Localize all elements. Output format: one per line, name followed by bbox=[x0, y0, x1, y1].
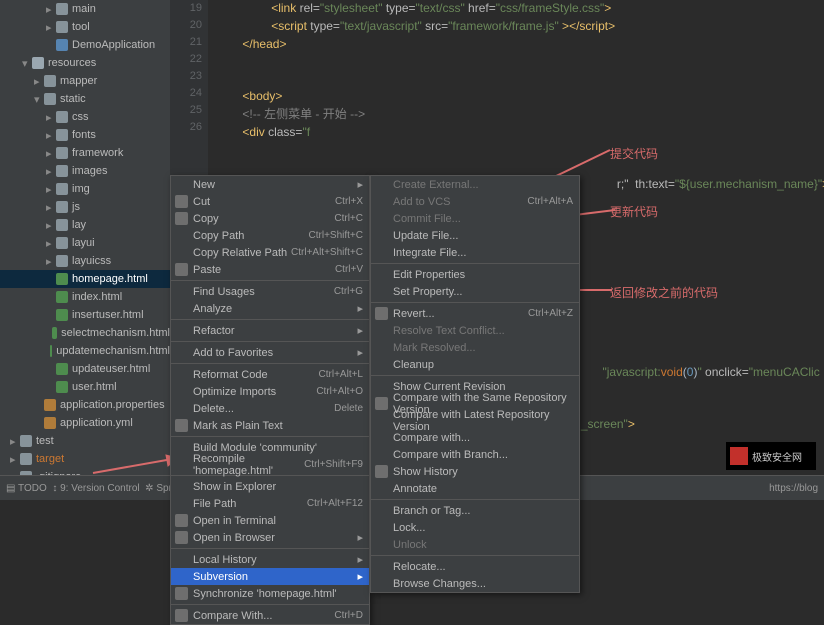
menu-item-delete-[interactable]: Delete...Delete bbox=[171, 400, 369, 417]
tree-item-layui[interactable]: ▸layui bbox=[0, 234, 170, 252]
menu-item-show-in-explorer[interactable]: Show in Explorer bbox=[171, 478, 369, 495]
menu-item-create-external-: Create External... bbox=[371, 176, 579, 193]
menu-item-revert-[interactable]: Revert...Ctrl+Alt+Z bbox=[371, 305, 579, 322]
menu-item-update-file-[interactable]: Update File... bbox=[371, 227, 579, 244]
menu-item-compare-with-latest-repository-version[interactable]: Compare with Latest Repository Version bbox=[371, 412, 579, 429]
copy-icon bbox=[175, 212, 188, 225]
watermark-logo: 极致安全网 bbox=[726, 442, 816, 470]
tree-item-fonts[interactable]: ▸fonts bbox=[0, 126, 170, 144]
menu-item-reformat-code[interactable]: Reformat CodeCtrl+Alt+L bbox=[171, 366, 369, 383]
menu-item-optimize-imports[interactable]: Optimize ImportsCtrl+Alt+O bbox=[171, 383, 369, 400]
menu-item-compare-with-[interactable]: Compare With...Ctrl+D bbox=[171, 607, 369, 624]
tree-item-application-yml[interactable]: application.yml bbox=[0, 414, 170, 432]
tree-item-test[interactable]: ▸test bbox=[0, 432, 170, 450]
menu-item-compare-with-branch-[interactable]: Compare with Branch... bbox=[371, 446, 579, 463]
menu-item-compare-with-[interactable]: Compare with... bbox=[371, 429, 579, 446]
tree-item-images[interactable]: ▸images bbox=[0, 162, 170, 180]
menu-item-refactor[interactable]: Refactor▸ bbox=[171, 322, 369, 339]
menu-item-add-to-favorites[interactable]: Add to Favorites▸ bbox=[171, 344, 369, 361]
diff-icon bbox=[175, 609, 188, 622]
menu-item-new[interactable]: New▸ bbox=[171, 176, 369, 193]
menu-item-copy-relative-path[interactable]: Copy Relative PathCtrl+Alt+Shift+C bbox=[171, 244, 369, 261]
menu-item-open-in-terminal[interactable]: Open in Terminal bbox=[171, 512, 369, 529]
menu-item-synchronize-homepage-html-[interactable]: Synchronize 'homepage.html' bbox=[171, 585, 369, 602]
tree-item-selectmechanism-html[interactable]: selectmechanism.html bbox=[0, 324, 170, 342]
tree-item-updatemechanism-html[interactable]: updatemechanism.html bbox=[0, 342, 170, 360]
status-right: https://blog bbox=[769, 483, 818, 494]
history-icon bbox=[375, 465, 388, 478]
menu-item-recompile-homepage-html-[interactable]: Recompile 'homepage.html'Ctrl+Shift+F9 bbox=[171, 456, 369, 473]
annotation-commit: 提交代码 bbox=[610, 145, 658, 162]
editor-gutter: 1920212223242526 bbox=[170, 0, 208, 175]
subversion-submenu[interactable]: Create External...Add to VCSCtrl+Alt+ACo… bbox=[370, 175, 580, 593]
tree-item-framework[interactable]: ▸framework bbox=[0, 144, 170, 162]
scissors-icon bbox=[175, 195, 188, 208]
tree-item-updateuser-html[interactable]: updateuser.html bbox=[0, 360, 170, 378]
menu-item-edit-properties[interactable]: Edit Properties bbox=[371, 266, 579, 283]
tree-item-resources[interactable]: ▾resources bbox=[0, 54, 170, 72]
menu-item-find-usages[interactable]: Find UsagesCtrl+G bbox=[171, 283, 369, 300]
menu-item-subversion[interactable]: Subversion▸ bbox=[171, 568, 369, 585]
context-menu[interactable]: New▸CutCtrl+XCopyCtrl+CCopy PathCtrl+Shi… bbox=[170, 175, 370, 625]
menu-item-mark-as-plain-text[interactable]: Mark as Plain Text bbox=[171, 417, 369, 434]
menu-item-copy-path[interactable]: Copy PathCtrl+Shift+C bbox=[171, 227, 369, 244]
text-icon bbox=[175, 419, 188, 432]
compare-icon bbox=[375, 397, 388, 410]
tree-item-static[interactable]: ▾static bbox=[0, 90, 170, 108]
tree-item-DemoApplication[interactable]: DemoApplication bbox=[0, 36, 170, 54]
tree-item-js[interactable]: ▸js bbox=[0, 198, 170, 216]
menu-item-show-history[interactable]: Show History bbox=[371, 463, 579, 480]
menu-item-resolve-text-conflict-: Resolve Text Conflict... bbox=[371, 322, 579, 339]
menu-item-branch-or-tag-[interactable]: Branch or Tag... bbox=[371, 502, 579, 519]
tree-item-tool[interactable]: ▸tool bbox=[0, 18, 170, 36]
menu-item-cut[interactable]: CutCtrl+X bbox=[171, 193, 369, 210]
tree-item-css[interactable]: ▸css bbox=[0, 108, 170, 126]
terminal-icon bbox=[175, 514, 188, 527]
menu-item-set-property-[interactable]: Set Property... bbox=[371, 283, 579, 300]
menu-item-copy[interactable]: CopyCtrl+C bbox=[171, 210, 369, 227]
status-version-control[interactable]: ↕ 9: Version Control bbox=[52, 483, 139, 494]
menu-item-annotate[interactable]: Annotate bbox=[371, 480, 579, 497]
tree-item-user-html[interactable]: user.html bbox=[0, 378, 170, 396]
tree-item-homepage-html[interactable]: homepage.html bbox=[0, 270, 170, 288]
menu-item-open-in-browser[interactable]: Open in Browser▸ bbox=[171, 529, 369, 546]
sync-icon bbox=[175, 587, 188, 600]
menu-item-unlock: Unlock bbox=[371, 536, 579, 553]
menu-item-integrate-file-[interactable]: Integrate File... bbox=[371, 244, 579, 261]
paste-icon bbox=[175, 263, 188, 276]
tree-item-mapper[interactable]: ▸mapper bbox=[0, 72, 170, 90]
project-tree[interactable]: ▸main▸toolDemoApplication▾resources▸mapp… bbox=[0, 0, 170, 475]
tree-item-main[interactable]: ▸main bbox=[0, 0, 170, 18]
menu-item-add-to-vcs: Add to VCSCtrl+Alt+A bbox=[371, 193, 579, 210]
revert-icon bbox=[375, 307, 388, 320]
tree-item-img[interactable]: ▸img bbox=[0, 180, 170, 198]
status-todo[interactable]: ▤ TODO bbox=[6, 483, 47, 494]
annotation-revert: 返回修改之前的代码 bbox=[610, 284, 718, 301]
tree-item-insertuser-html[interactable]: insertuser.html bbox=[0, 306, 170, 324]
menu-item-cleanup[interactable]: Cleanup bbox=[371, 356, 579, 373]
menu-item-mark-resolved-: Mark Resolved... bbox=[371, 339, 579, 356]
menu-item-paste[interactable]: PasteCtrl+V bbox=[171, 261, 369, 278]
tree-item-application-properties[interactable]: application.properties bbox=[0, 396, 170, 414]
menu-item-lock-[interactable]: Lock... bbox=[371, 519, 579, 536]
menu-item-local-history[interactable]: Local History▸ bbox=[171, 551, 369, 568]
tree-item-index-html[interactable]: index.html bbox=[0, 288, 170, 306]
browser-icon bbox=[175, 531, 188, 544]
tree-item-lay[interactable]: ▸lay bbox=[0, 216, 170, 234]
menu-item-analyze[interactable]: Analyze▸ bbox=[171, 300, 369, 317]
menu-item-browse-changes-[interactable]: Browse Changes... bbox=[371, 575, 579, 592]
menu-item-commit-file-: Commit File... bbox=[371, 210, 579, 227]
menu-item-file-path[interactable]: File PathCtrl+Alt+F12 bbox=[171, 495, 369, 512]
menu-item-relocate-[interactable]: Relocate... bbox=[371, 558, 579, 575]
tree-item-layuicss[interactable]: ▸layuicss bbox=[0, 252, 170, 270]
